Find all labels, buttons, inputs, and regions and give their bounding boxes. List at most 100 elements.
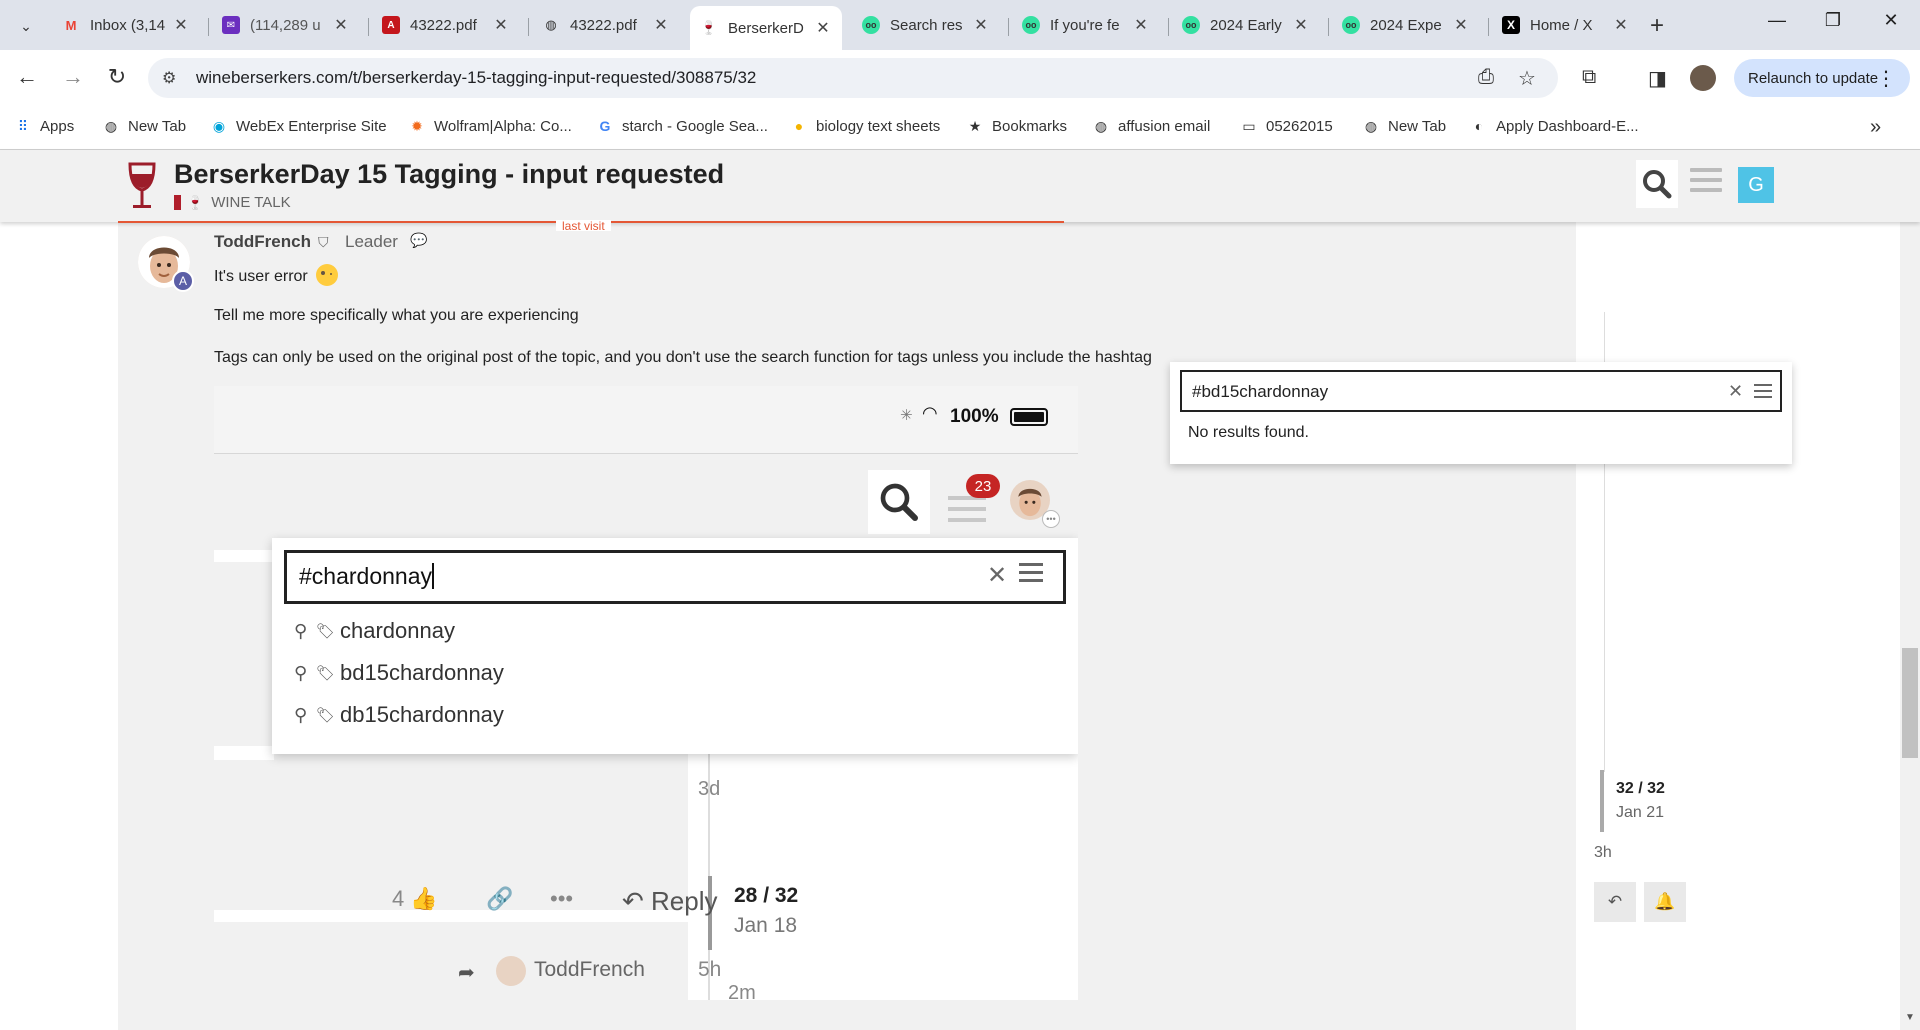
scroll-down-arrow-icon[interactable]: ▼ bbox=[1905, 1012, 1915, 1023]
last-visit-label: last visit bbox=[556, 220, 611, 231]
scrollbar-thumb[interactable] bbox=[1902, 648, 1918, 758]
apps-grid-icon: ⠿ bbox=[17, 117, 29, 134]
close-tab-icon[interactable]: ✕ bbox=[972, 15, 990, 35]
user-avatar[interactable]: G bbox=[1738, 167, 1774, 203]
tag-icon: 🏷 bbox=[316, 665, 336, 682]
bookmark-apps[interactable]: ⠿ Apps bbox=[14, 117, 74, 135]
topic-title[interactable]: BerserkerDay 15 Tagging - input requeste… bbox=[174, 159, 724, 190]
wolfram-icon: ✹ bbox=[411, 117, 423, 134]
install-app-icon[interactable]: ⎙ bbox=[1478, 66, 1494, 89]
embed-search-panel: #chardonnay ✕ ⚲ 🏷 chardonnay ⚲ 🏷 bd15cha… bbox=[272, 538, 1078, 754]
reply-arrow-icon: ↶ bbox=[622, 886, 644, 916]
site-logo[interactable] bbox=[124, 160, 160, 212]
more-menu-icon[interactable]: ⋮ bbox=[1876, 66, 1896, 91]
extensions-icon[interactable]: ⧉ bbox=[1582, 66, 1596, 89]
tab-berserkerday[interactable]: 🍷 BerserkerD ✕ bbox=[690, 6, 842, 50]
restore-button[interactable]: ❐ bbox=[1818, 10, 1848, 31]
bookmark-apply[interactable]: ◐ Apply Dashboard-E... bbox=[1470, 117, 1639, 135]
embed-search-value: #chardonnay bbox=[299, 563, 434, 589]
close-tab-icon[interactable]: ✕ bbox=[172, 15, 190, 35]
mail-icon: ✉ bbox=[222, 16, 240, 34]
bookmark-affusion[interactable]: ◍ affusion email bbox=[1092, 117, 1210, 135]
bookmark-folder[interactable]: ▭ 05262015 bbox=[1240, 117, 1332, 135]
tab-separator bbox=[1328, 18, 1329, 36]
bookmark-wolfram[interactable]: ✹ Wolfram|Alpha: Co... bbox=[408, 117, 572, 135]
tab-search-results[interactable]: oo Search res ✕ bbox=[852, 8, 1000, 42]
search-icon bbox=[880, 483, 918, 521]
close-tab-icon[interactable]: ✕ bbox=[332, 15, 350, 35]
close-tab-icon[interactable]: ✕ bbox=[492, 15, 510, 35]
post-line-1: It's user error bbox=[214, 264, 339, 286]
close-tab-icon[interactable]: ✕ bbox=[1292, 15, 1310, 35]
bookmark-starch[interactable]: G starch - Google Sea... bbox=[596, 117, 768, 135]
reply-author: ToddFrench bbox=[534, 958, 645, 981]
close-tab-icon[interactable]: ✕ bbox=[1612, 15, 1630, 35]
globe-icon: ◍ bbox=[1364, 117, 1378, 134]
advanced-search-icon[interactable] bbox=[1754, 384, 1772, 402]
bookmark-new-tab[interactable]: ◍ New Tab bbox=[102, 117, 186, 135]
close-tab-icon[interactable]: ✕ bbox=[814, 18, 832, 38]
suggestion-label: bd15chardonnay bbox=[340, 660, 504, 685]
reload-button[interactable]: ↻ bbox=[102, 64, 132, 90]
bookmark-bookmarks[interactable]: ★ Bookmarks bbox=[966, 117, 1067, 135]
search-input-value[interactable]: #bd15chardonnay bbox=[1192, 382, 1328, 402]
topic-timeline-handle[interactable] bbox=[1600, 770, 1604, 832]
header-search-button[interactable] bbox=[1636, 160, 1678, 208]
notification-badge: 23 bbox=[966, 474, 1000, 498]
tab-2024-expe[interactable]: oo 2024 Expe ✕ bbox=[1332, 8, 1480, 42]
tab-2024-early[interactable]: oo 2024 Early ✕ bbox=[1172, 8, 1320, 42]
page-scrollbar[interactable]: ▲ ▼ bbox=[1900, 150, 1920, 1030]
timeline-progress[interactable]: 32 / 32 bbox=[1616, 780, 1665, 798]
google-icon: G bbox=[599, 118, 611, 134]
notification-bell-button[interactable]: 🔔 bbox=[1644, 882, 1686, 922]
close-tab-icon[interactable]: ✕ bbox=[652, 15, 670, 35]
embed-search-button bbox=[868, 470, 930, 534]
content-strip bbox=[214, 550, 274, 562]
address-bar[interactable]: ⚙ wineberserkers.com/t/berserkerday-15-t… bbox=[148, 58, 1558, 98]
no-results-message: No results found. bbox=[1188, 424, 1309, 441]
bookmark-biology[interactable]: ● biology text sheets bbox=[790, 117, 940, 135]
tab-search-dropdown-button[interactable]: ⌄ bbox=[12, 12, 40, 40]
url-text[interactable]: wineberserkers.com/t/berserkerday-15-tag… bbox=[196, 68, 756, 88]
link-icon: 🔗 bbox=[486, 886, 514, 911]
search-input[interactable]: #bd15chardonnay ✕ bbox=[1180, 370, 1782, 412]
side-panel-icon[interactable]: ◨ bbox=[1648, 66, 1667, 91]
post-username[interactable]: ToddFrench bbox=[214, 232, 311, 252]
minimize-button[interactable]: — bbox=[1762, 10, 1792, 31]
close-tab-icon[interactable]: ✕ bbox=[1132, 15, 1150, 35]
tab-mail[interactable]: ✉ (114,289 u ✕ bbox=[212, 8, 360, 42]
bookmark-label: affusion email bbox=[1118, 117, 1211, 135]
user-title: Leader bbox=[345, 232, 398, 251]
more-bookmarks-icon[interactable]: » bbox=[1870, 116, 1881, 139]
close-window-button[interactable]: ✕ bbox=[1876, 10, 1906, 31]
star-icon: ★ bbox=[968, 117, 982, 134]
forward-button[interactable]: → bbox=[58, 64, 88, 90]
bookmark-new-tab-2[interactable]: ◍ New Tab bbox=[1362, 117, 1446, 135]
tab-gmail[interactable]: M Inbox (3,14 ✕ bbox=[52, 8, 200, 42]
tag-suggestion: ⚲ 🏷 chardonnay bbox=[294, 618, 455, 644]
embedded-screenshot[interactable]: ✳ ◠ 100% 23 ••• 28 / 32 Jan 18 2m #chard… bbox=[214, 386, 1078, 1000]
reply-button[interactable]: ↶ bbox=[1594, 882, 1636, 922]
tab-if-youre[interactable]: oo If you're fe ✕ bbox=[1012, 8, 1160, 42]
tab-separator bbox=[368, 18, 369, 36]
globe-icon: ◍ bbox=[545, 17, 557, 32]
suggestion-label: db15chardonnay bbox=[340, 702, 504, 727]
site-settings-icon[interactable]: ⚙ bbox=[162, 68, 176, 88]
content-strip bbox=[214, 910, 688, 922]
bookmark-label: New Tab bbox=[128, 117, 187, 135]
tab-pdf-1[interactable]: A 43222.pdf ✕ bbox=[372, 8, 520, 42]
close-tab-icon[interactable]: ✕ bbox=[1452, 15, 1470, 35]
profile-avatar[interactable] bbox=[1690, 65, 1716, 91]
relaunch-button[interactable]: Relaunch to update ⋮ bbox=[1734, 59, 1910, 97]
category-badge[interactable]: 🍷 WINE TALK bbox=[174, 194, 291, 211]
clear-search-icon[interactable]: ✕ bbox=[1728, 381, 1743, 402]
back-button[interactable]: ← bbox=[12, 64, 42, 90]
hamburger-menu-icon[interactable] bbox=[1690, 168, 1722, 198]
bookmark-label: biology text sheets bbox=[816, 117, 941, 135]
new-tab-button[interactable]: + bbox=[1650, 12, 1664, 40]
tab-x-home[interactable]: X Home / X ✕ bbox=[1492, 8, 1640, 42]
tab-title: Search res bbox=[890, 16, 963, 34]
bookmark-webex[interactable]: ◉ WebEx Enterprise Site bbox=[210, 117, 387, 135]
bookmark-star-icon[interactable]: ☆ bbox=[1518, 66, 1536, 91]
tab-pdf-2[interactable]: ◍ 43222.pdf ✕ bbox=[532, 8, 680, 42]
